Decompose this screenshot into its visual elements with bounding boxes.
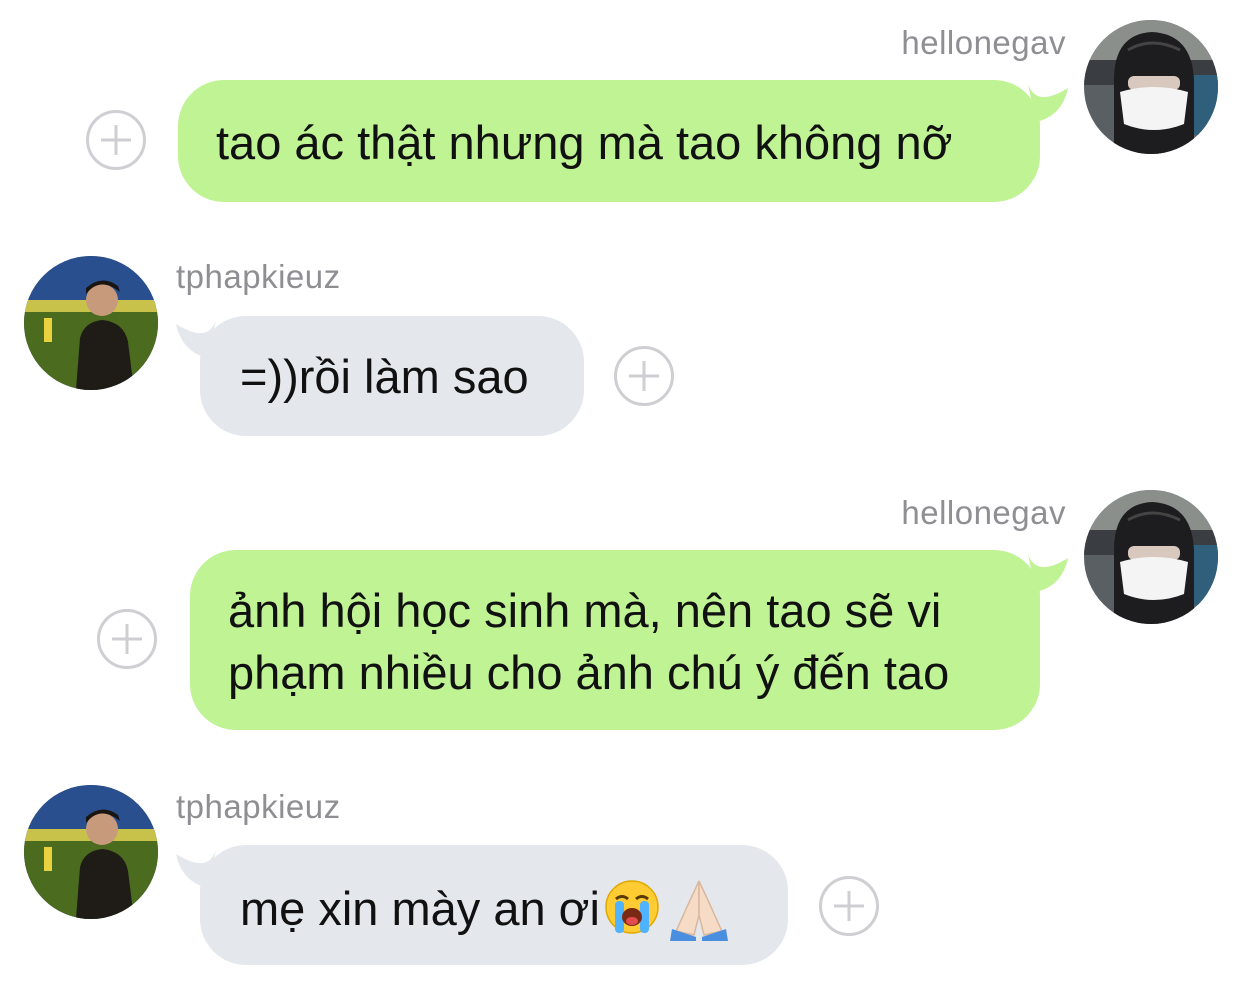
add-reaction-icon[interactable] — [86, 110, 146, 170]
stadium-person-avatar[interactable] — [24, 256, 158, 390]
message-text: =))rồi làm sao — [240, 350, 529, 403]
message-text: ảnh hội học sinh mà, nên tao sẽ vi phạm … — [228, 584, 950, 699]
message-bubble[interactable]: mẹ xin mày an ơi — [200, 845, 788, 965]
message-bubble[interactable]: =))rồi làm sao — [200, 316, 584, 436]
message-bubble[interactable]: ảnh hội học sinh mà, nên tao sẽ vi phạm … — [190, 550, 1040, 730]
message-text: mẹ xin mày an ơi — [240, 882, 600, 935]
message-bubble[interactable]: tao ác thật nhưng mà tao không nỡ — [178, 80, 1040, 202]
stadium-person-avatar[interactable] — [24, 785, 158, 919]
sender-username: tphapkieuz — [176, 788, 341, 825]
folded-hands-emoji — [669, 880, 728, 941]
message-text: tao ác thật nhưng mà tao không nỡ — [216, 116, 953, 169]
add-reaction-icon[interactable] — [614, 346, 674, 406]
add-reaction-icon[interactable] — [97, 609, 157, 669]
masked-person-avatar[interactable] — [1084, 490, 1218, 624]
sender-username: hellonegav — [901, 494, 1066, 531]
add-reaction-icon[interactable] — [819, 876, 879, 936]
sender-username: hellonegav — [901, 24, 1066, 61]
chat-thread: hellonegav tao ác thật nhưng mà tao khôn… — [0, 0, 1242, 985]
sender-username: tphapkieuz — [176, 258, 341, 295]
masked-person-avatar[interactable] — [1084, 20, 1218, 154]
loudly-crying-face-emoji — [605, 880, 659, 934]
